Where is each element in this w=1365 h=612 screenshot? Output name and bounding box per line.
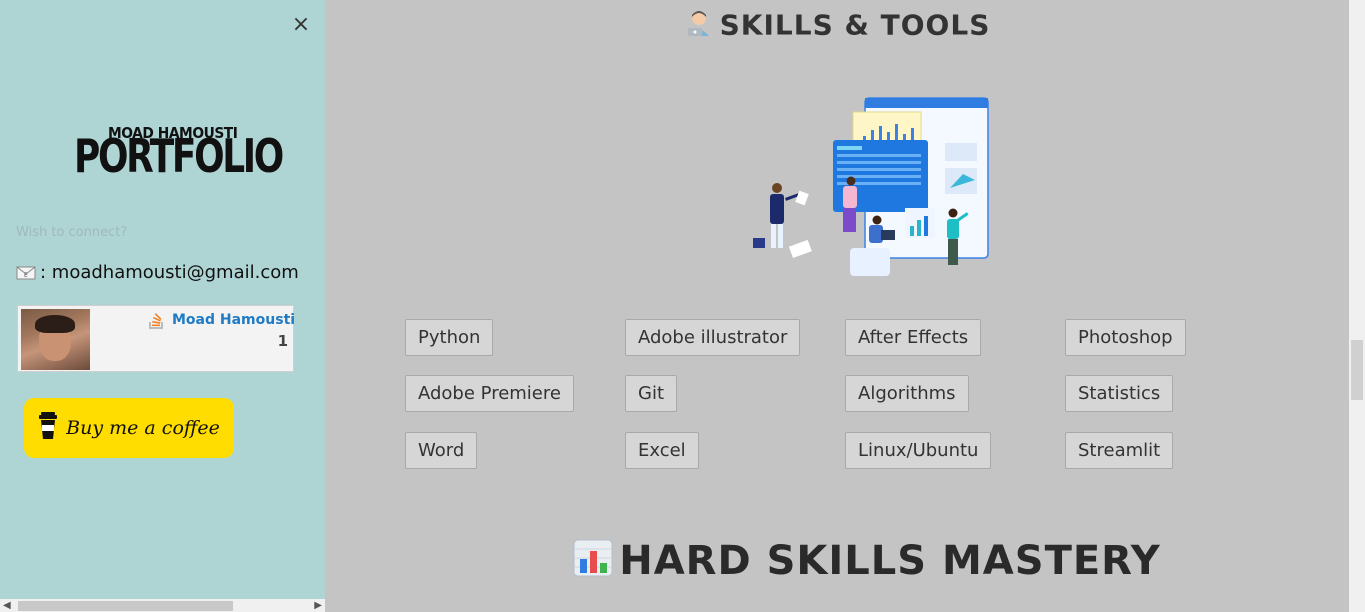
skill-word-button[interactable]: Word <box>405 432 478 469</box>
email-contact[interactable]: E : moadhamousti@gmail.com <box>16 262 299 283</box>
skill-excel-button[interactable]: Excel <box>625 432 699 469</box>
sidebar-horizontal-scrollbar[interactable]: ◀ ▶ <box>0 599 325 612</box>
skill-algorithms-button[interactable]: Algorithms <box>845 375 969 412</box>
logo-portfolio-text: PORTFOLIO <box>74 129 284 183</box>
scroll-left-icon[interactable]: ◀ <box>3 599 11 612</box>
section-title: SKILLS & TOOLS <box>719 8 991 42</box>
buy-me-a-coffee-button[interactable]: Buy me a coffee <box>24 398 234 458</box>
mastery-title: HARD SKILLS MASTERY <box>619 538 1161 584</box>
skill-python-button[interactable]: Python <box>405 319 494 356</box>
scrollbar-thumb[interactable] <box>1351 340 1363 400</box>
scrollbar-thumb[interactable] <box>18 601 233 611</box>
skill-statistics-button[interactable]: Statistics <box>1065 375 1174 412</box>
skill-photoshop-button[interactable]: Photoshop <box>1065 319 1186 356</box>
bar-chart-icon <box>573 539 613 587</box>
coffee-cup-icon <box>38 412 58 444</box>
portfolio-logo: MOAD HAMOUSTI PORTFOLIO <box>74 124 284 183</box>
close-sidebar-button[interactable]: × <box>291 14 311 36</box>
skill-adobe-illustrator-button[interactable]: Adobe illustrator <box>625 319 801 356</box>
hard-skills-mastery-heading: HARD SKILLS MASTERY <box>325 538 1365 587</box>
stackoverflow-name[interactable]: Moad Hamousti <box>172 312 295 328</box>
stackoverflow-icon <box>148 311 164 329</box>
stackoverflow-reputation: 1 <box>277 332 288 350</box>
skill-linux-ubuntu-button[interactable]: Linux/Ubuntu <box>845 432 992 469</box>
team-dashboard-illustration <box>745 88 995 283</box>
connect-label: Wish to connect? <box>16 225 128 240</box>
skill-adobe-premiere-button[interactable]: Adobe Premiere <box>405 375 574 412</box>
skills-tools-heading: SKILLS & TOOLS <box>325 8 1349 45</box>
envelope-icon: E <box>16 266 36 280</box>
stackoverflow-profile-card[interactable]: Moad Hamousti 1 <box>17 305 295 372</box>
skill-streamlit-button[interactable]: Streamlit <box>1065 432 1174 469</box>
scroll-right-icon[interactable]: ▶ <box>314 599 322 612</box>
svg-text:E: E <box>24 272 28 279</box>
technologist-icon <box>684 8 714 45</box>
skill-git-button[interactable]: Git <box>625 375 678 412</box>
coffee-label: Buy me a coffee <box>66 417 220 439</box>
skill-after-effects-button[interactable]: After Effects <box>845 319 982 356</box>
sidebar: × MOAD HAMOUSTI PORTFOLIO Wish to connec… <box>0 0 325 612</box>
avatar <box>21 309 90 370</box>
main-content: SKILLS & TOOLS Python Adobe illustrator … <box>325 0 1349 612</box>
email-text: : moadhamousti@gmail.com <box>40 262 299 283</box>
page-vertical-scrollbar[interactable] <box>1349 0 1365 612</box>
